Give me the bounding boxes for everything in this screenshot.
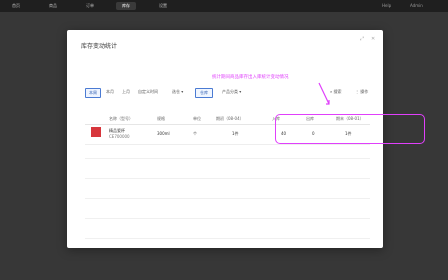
filter-this-month[interactable]: 本月 [103, 88, 117, 96]
tab-home[interactable]: 首页 [6, 2, 26, 10]
table-divider [85, 218, 370, 219]
tab-products[interactable]: 商品 [43, 2, 63, 10]
filter-this-week[interactable]: 本周 [85, 88, 101, 98]
chevron-down-icon: ▾ [239, 89, 242, 94]
admin-link[interactable]: Admin [410, 2, 423, 10]
tab-inventory[interactable]: 库存 [116, 2, 136, 10]
col-name: 名称（型号） [109, 116, 133, 121]
search-button[interactable]: ⌕ 搜索 [330, 88, 342, 96]
filter-custom-range[interactable]: 自定义时间 [135, 88, 161, 96]
col-unit: 单位 [193, 116, 201, 121]
table-divider [85, 238, 370, 239]
search-icon: ⌕ [330, 89, 333, 94]
close-icon[interactable]: ✕ [371, 36, 375, 42]
modal-title: 库存变动统计 [81, 43, 118, 50]
product-category-dropdown[interactable]: 产品分类 ▾ [222, 88, 241, 96]
more-actions-button[interactable]: ⋮ 操作 [355, 88, 368, 96]
search-label: 搜索 [333, 89, 342, 94]
warehouse-dropdown[interactable]: 选仓 ▾ [172, 88, 183, 96]
top-navigation-bar: 首页 商品 订单 库存 设置 Help Admin [0, 0, 448, 12]
filter-bar: 本周 本月 上月 自定义时间 选仓 ▾ 仓库 产品分类 ▾ ⌕ 搜索 ⋮ 操作 [85, 88, 370, 98]
product-thumbnail [91, 127, 101, 137]
expand-icon[interactable]: ⤢ [360, 36, 364, 42]
product-category-label: 产品分类 [222, 89, 238, 94]
col-spec: 规格 [157, 116, 165, 121]
warehouse-dropdown-label: 选仓 [172, 89, 180, 94]
table-divider [85, 198, 370, 199]
product-spec: 300ml [157, 131, 170, 136]
table-divider [85, 158, 370, 159]
annotation-text: 统计期间商品库存出入库统计变动情况 [212, 75, 289, 80]
filter-last-month[interactable]: 上月 [119, 88, 133, 96]
table-divider [85, 178, 370, 179]
tab-orders[interactable]: 订单 [80, 2, 100, 10]
tab-settings[interactable]: 设置 [153, 2, 173, 10]
chevron-down-icon: ▾ [181, 89, 184, 94]
stats-highlight-box [275, 114, 425, 144]
col-opening: 期初（08-04） [216, 116, 244, 121]
product-sku: CE700000 [109, 134, 130, 139]
warehouse-pill[interactable]: 仓库 [195, 88, 213, 98]
opening-qty: 1件 [232, 131, 239, 136]
help-link[interactable]: Help [382, 2, 391, 10]
product-unit: 个 [193, 131, 197, 136]
inventory-change-modal: 库存变动统计 ⤢ ✕ 统计期间商品库存出入库统计变动情况 本周 本月 上月 自定… [67, 30, 425, 248]
